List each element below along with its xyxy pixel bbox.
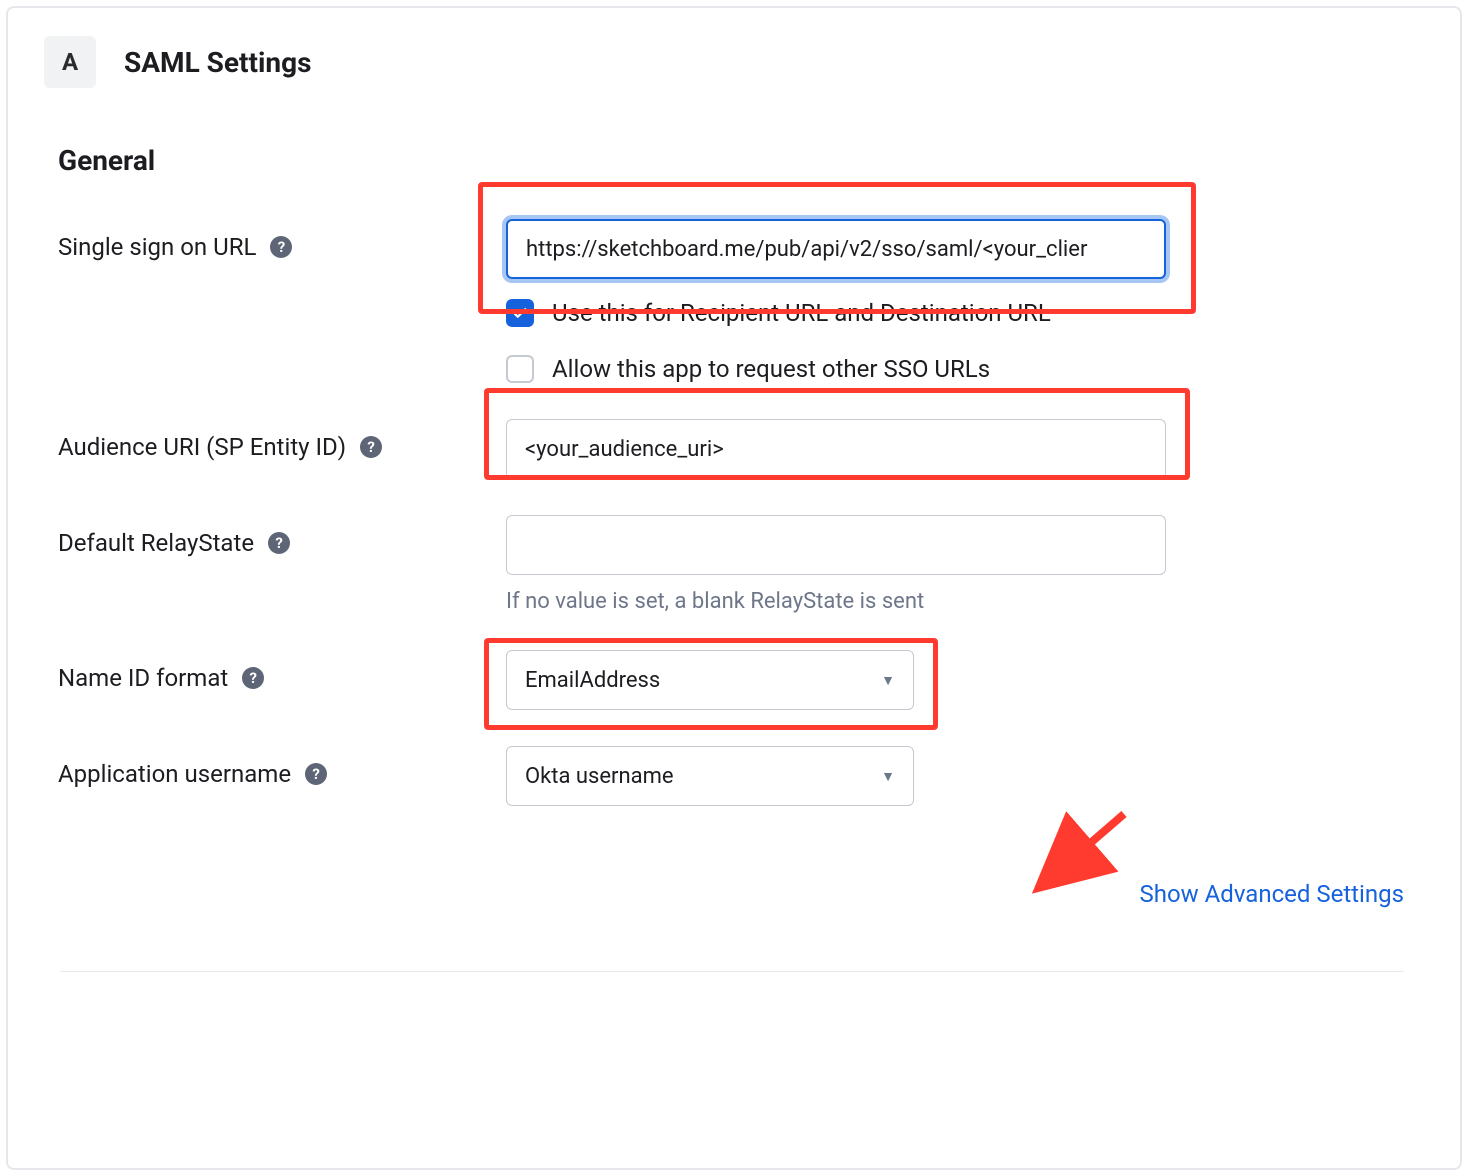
show-advanced-settings-link[interactable]: Show Advanced Settings (1139, 880, 1404, 908)
row-name-id-format: Name ID format ? EmailAddress ▼ (44, 650, 1424, 710)
relaystate-hint: If no value is set, a blank RelayState i… (506, 589, 1424, 614)
checkbox-recipient-label: Use this for Recipient URL and Destinati… (552, 299, 1051, 327)
sso-url-input[interactable] (506, 219, 1166, 279)
checkbox-recipient-url[interactable] (506, 299, 534, 327)
row-sso-url: Single sign on URL ? Use this for Recipi… (44, 219, 1424, 383)
chevron-down-icon: ▼ (881, 672, 895, 689)
panel-header: A SAML Settings (44, 36, 1424, 88)
divider (60, 971, 1404, 972)
label-name-id-format: Name ID format (58, 664, 228, 692)
checkbox-allow-other-label: Allow this app to request other SSO URLs (552, 355, 990, 383)
section-badge: A (44, 36, 96, 88)
audience-uri-input[interactable] (506, 419, 1166, 479)
name-id-format-select[interactable]: EmailAddress ▼ (506, 650, 914, 710)
row-audience-uri: Audience URI (SP Entity ID) ? (44, 419, 1424, 479)
app-username-value: Okta username (525, 764, 674, 789)
help-icon[interactable]: ? (268, 532, 290, 554)
name-id-format-value: EmailAddress (525, 668, 660, 693)
label-app-username: Application username (58, 760, 291, 788)
panel-title: SAML Settings (124, 46, 311, 79)
checkbox-allow-other-sso[interactable] (506, 355, 534, 383)
help-icon[interactable]: ? (305, 763, 327, 785)
help-icon[interactable]: ? (270, 236, 292, 258)
saml-settings-panel: A SAML Settings General Single sign on U… (6, 6, 1462, 1170)
annotation-arrow (1032, 808, 1142, 898)
label-audience-uri: Audience URI (SP Entity ID) (58, 433, 346, 461)
row-app-username: Application username ? Okta username ▼ (44, 746, 1424, 806)
default-relaystate-input[interactable] (506, 515, 1166, 575)
row-default-relaystate: Default RelayState ? If no value is set,… (44, 515, 1424, 614)
label-default-relaystate: Default RelayState (58, 529, 254, 557)
help-icon[interactable]: ? (242, 667, 264, 689)
label-sso-url: Single sign on URL (58, 233, 256, 261)
app-username-select[interactable]: Okta username ▼ (506, 746, 914, 806)
help-icon[interactable]: ? (360, 436, 382, 458)
section-title-general: General (58, 144, 1424, 177)
chevron-down-icon: ▼ (881, 768, 895, 785)
